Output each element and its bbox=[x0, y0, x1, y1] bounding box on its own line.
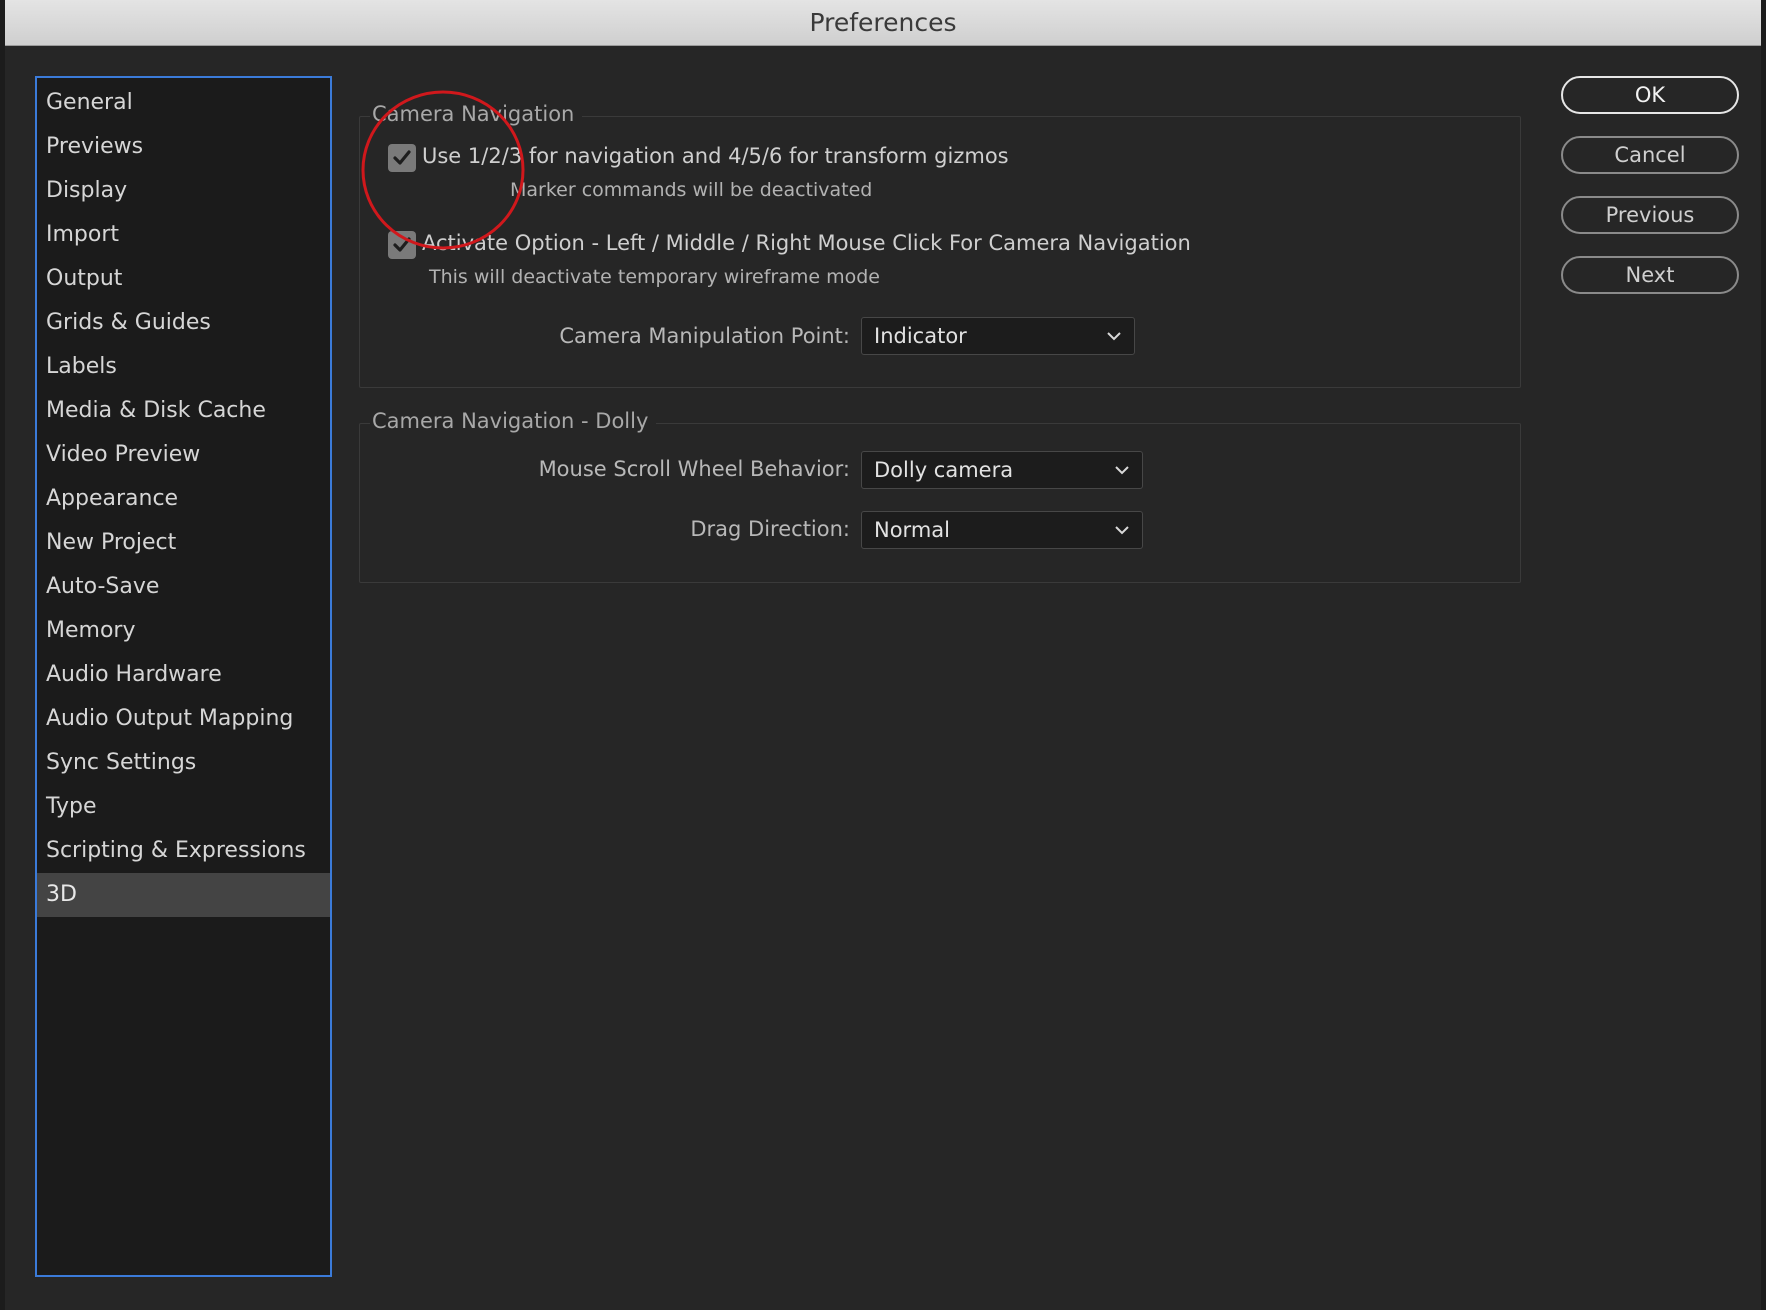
window-title: Preferences bbox=[809, 8, 957, 37]
previous-button[interactable]: Previous bbox=[1561, 196, 1739, 234]
sidebar-item-video-preview[interactable]: Video Preview bbox=[37, 433, 330, 477]
sidebar-item-grids-guides[interactable]: Grids & Guides bbox=[37, 301, 330, 345]
sidebar-item-labels[interactable]: Labels bbox=[37, 345, 330, 389]
preferences-window: Preferences General Previews Display Imp… bbox=[5, 0, 1761, 1310]
sidebar-item-type[interactable]: Type bbox=[37, 785, 330, 829]
scroll-wheel-behavior-label: Mouse Scroll Wheel Behavior: bbox=[538, 457, 850, 481]
chevron-down-icon bbox=[1115, 526, 1129, 535]
chevron-down-icon bbox=[1115, 466, 1129, 475]
sidebar-item-display[interactable]: Display bbox=[37, 169, 330, 213]
mouse-click-navigation-label: Activate Option - Left / Middle / Right … bbox=[422, 231, 1191, 255]
sidebar-item-import[interactable]: Import bbox=[37, 213, 330, 257]
sidebar-item-3d[interactable]: 3D bbox=[37, 873, 330, 917]
navigation-keys-note: Marker commands will be deactivated bbox=[510, 179, 873, 201]
camera-navigation-dolly-legend: Camera Navigation - Dolly bbox=[370, 409, 657, 433]
sidebar-item-audio-hardware[interactable]: Audio Hardware bbox=[37, 653, 330, 697]
scroll-wheel-behavior-dropdown[interactable]: Dolly camera bbox=[861, 451, 1143, 489]
ok-button[interactable]: OK bbox=[1561, 76, 1739, 114]
sidebar-item-scripting-expressions[interactable]: Scripting & Expressions bbox=[37, 829, 330, 873]
red-circle-annotation bbox=[361, 90, 525, 250]
drag-direction-label: Drag Direction: bbox=[690, 517, 850, 541]
scroll-wheel-behavior-value: Dolly camera bbox=[874, 458, 1014, 482]
camera-navigation-dolly-group: Camera Navigation - Dolly bbox=[359, 409, 1521, 583]
chevron-down-icon bbox=[1107, 332, 1121, 341]
sidebar-item-new-project[interactable]: New Project bbox=[37, 521, 330, 565]
title-bar[interactable]: Preferences bbox=[5, 0, 1761, 46]
camera-manipulation-point-dropdown[interactable]: Indicator bbox=[861, 317, 1135, 355]
next-button[interactable]: Next bbox=[1561, 256, 1739, 294]
sidebar-item-memory[interactable]: Memory bbox=[37, 609, 330, 653]
sidebar-item-previews[interactable]: Previews bbox=[37, 125, 330, 169]
mouse-click-navigation-note: This will deactivate temporary wireframe… bbox=[429, 266, 880, 288]
preferences-sidebar: General Previews Display Import Output G… bbox=[35, 76, 332, 1277]
sidebar-item-sync-settings[interactable]: Sync Settings bbox=[37, 741, 330, 785]
sidebar-item-appearance[interactable]: Appearance bbox=[37, 477, 330, 521]
camera-manipulation-point-label: Camera Manipulation Point: bbox=[559, 324, 850, 348]
drag-direction-dropdown[interactable]: Normal bbox=[861, 511, 1143, 549]
sidebar-item-output[interactable]: Output bbox=[37, 257, 330, 301]
sidebar-item-general[interactable]: General bbox=[37, 81, 330, 125]
sidebar-item-auto-save[interactable]: Auto-Save bbox=[37, 565, 330, 609]
sidebar-item-audio-output-mapping[interactable]: Audio Output Mapping bbox=[37, 697, 330, 741]
sidebar-item-media-disk-cache[interactable]: Media & Disk Cache bbox=[37, 389, 330, 433]
drag-direction-value: Normal bbox=[874, 518, 950, 542]
cancel-button[interactable]: Cancel bbox=[1561, 136, 1739, 174]
camera-manipulation-point-value: Indicator bbox=[874, 324, 967, 348]
